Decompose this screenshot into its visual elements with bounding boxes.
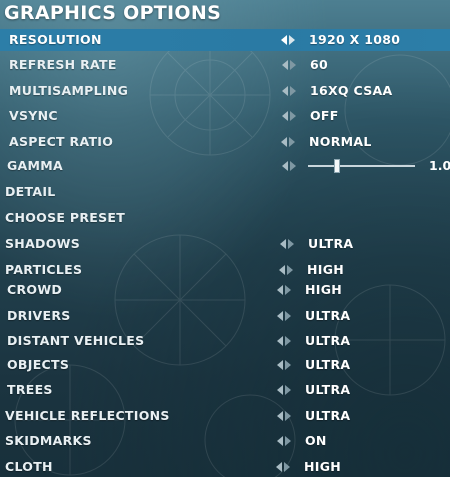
option-label: VEHICLE REFLECTIONS [5, 408, 170, 423]
option-label: PARTICLES [5, 262, 83, 277]
option-label: CROWD [7, 282, 63, 297]
option-row-distant-vehicles[interactable]: DISTANT VEHICLES ULTRA [0, 330, 450, 352]
option-label: DRIVERS [7, 308, 71, 323]
option-label: CHOOSE PRESET [5, 210, 126, 225]
option-value: HIGH [305, 282, 343, 297]
left-right-arrows-icon[interactable] [282, 86, 296, 96]
left-right-arrows-icon[interactable] [282, 60, 296, 70]
option-row-drivers[interactable]: DRIVERS ULTRA [0, 305, 450, 327]
option-value: ULTRA [308, 236, 354, 251]
option-value: 1920 X 1080 [309, 32, 401, 47]
left-right-arrows-icon[interactable] [279, 265, 293, 275]
option-value: OFF [310, 108, 339, 123]
option-row-crowd[interactable]: CROWD HIGH [0, 279, 450, 301]
option-row-cloth[interactable]: CLOTH HIGH [0, 456, 450, 477]
option-label: CLOTH [5, 459, 53, 474]
left-right-arrows-icon[interactable] [277, 311, 291, 321]
option-value: ULTRA [305, 357, 351, 372]
option-label: GAMMA [7, 158, 63, 173]
left-right-arrows-icon[interactable] [282, 161, 296, 171]
option-row-resolution[interactable]: RESOLUTION 1920 X 1080 [0, 29, 450, 51]
gamma-slider-track[interactable] [308, 165, 415, 167]
option-row-vehicle-reflections[interactable]: VEHICLE REFLECTIONS ULTRA [0, 405, 450, 427]
option-label: ASPECT RATIO [9, 134, 114, 149]
option-label: DISTANT VEHICLES [7, 333, 145, 348]
option-label: MULTISAMPLING [9, 83, 129, 98]
left-right-arrows-icon[interactable] [277, 360, 291, 370]
option-row-detail[interactable]: DETAIL [0, 181, 450, 203]
option-row-aspect-ratio[interactable]: ASPECT RATIO NORMAL [0, 131, 450, 153]
left-right-arrows-icon[interactable] [277, 385, 291, 395]
option-value: ULTRA [305, 333, 351, 348]
option-value: ULTRA [305, 408, 351, 423]
option-label: OBJECTS [7, 357, 70, 372]
left-right-arrows-icon[interactable] [277, 336, 291, 346]
option-row-gamma[interactable]: GAMMA 1.0 [0, 155, 450, 177]
gamma-slider-thumb[interactable] [333, 159, 340, 173]
option-label: DETAIL [5, 184, 56, 199]
option-value: HIGH [307, 262, 345, 277]
left-right-arrows-icon[interactable] [277, 285, 291, 295]
option-row-shadows[interactable]: SHADOWS ULTRA [0, 233, 450, 255]
left-right-arrows-icon[interactable] [282, 111, 296, 121]
option-label: TREES [7, 382, 53, 397]
option-row-trees[interactable]: TREES ULTRA [0, 379, 450, 401]
left-right-arrows-icon[interactable] [276, 462, 290, 472]
option-row-vsync[interactable]: VSYNC OFF [0, 105, 450, 127]
option-label: SHADOWS [5, 236, 81, 251]
option-label: RESOLUTION [9, 32, 102, 47]
left-right-arrows-icon[interactable] [277, 436, 291, 446]
page-title: GRAPHICS OPTIONS [4, 2, 222, 24]
option-label: VSYNC [9, 108, 58, 123]
left-right-arrows-icon[interactable] [277, 411, 291, 421]
option-row-refresh-rate[interactable]: REFRESH RATE 60 [0, 54, 450, 76]
option-value: ULTRA [305, 382, 351, 397]
option-row-particles[interactable]: PARTICLES HIGH [0, 259, 450, 281]
option-value: NORMAL [309, 134, 372, 149]
option-value: 16XQ CSAA [310, 83, 393, 98]
option-value: ON [305, 433, 327, 448]
gamma-value: 1.0 [429, 158, 450, 173]
option-value: HIGH [304, 459, 342, 474]
left-right-arrows-icon[interactable] [281, 137, 295, 147]
option-label: SKIDMARKS [5, 433, 92, 448]
left-right-arrows-icon[interactable] [280, 239, 294, 249]
option-row-objects[interactable]: OBJECTS ULTRA [0, 354, 450, 376]
option-label: REFRESH RATE [9, 57, 117, 72]
option-row-skidmarks[interactable]: SKIDMARKS ON [0, 430, 450, 452]
option-value: 60 [310, 57, 328, 72]
option-row-choose-preset[interactable]: CHOOSE PRESET [0, 207, 450, 229]
option-value: ULTRA [305, 308, 351, 323]
left-right-arrows-icon[interactable] [281, 35, 295, 45]
option-row-multisampling[interactable]: MULTISAMPLING 16XQ CSAA [0, 80, 450, 102]
